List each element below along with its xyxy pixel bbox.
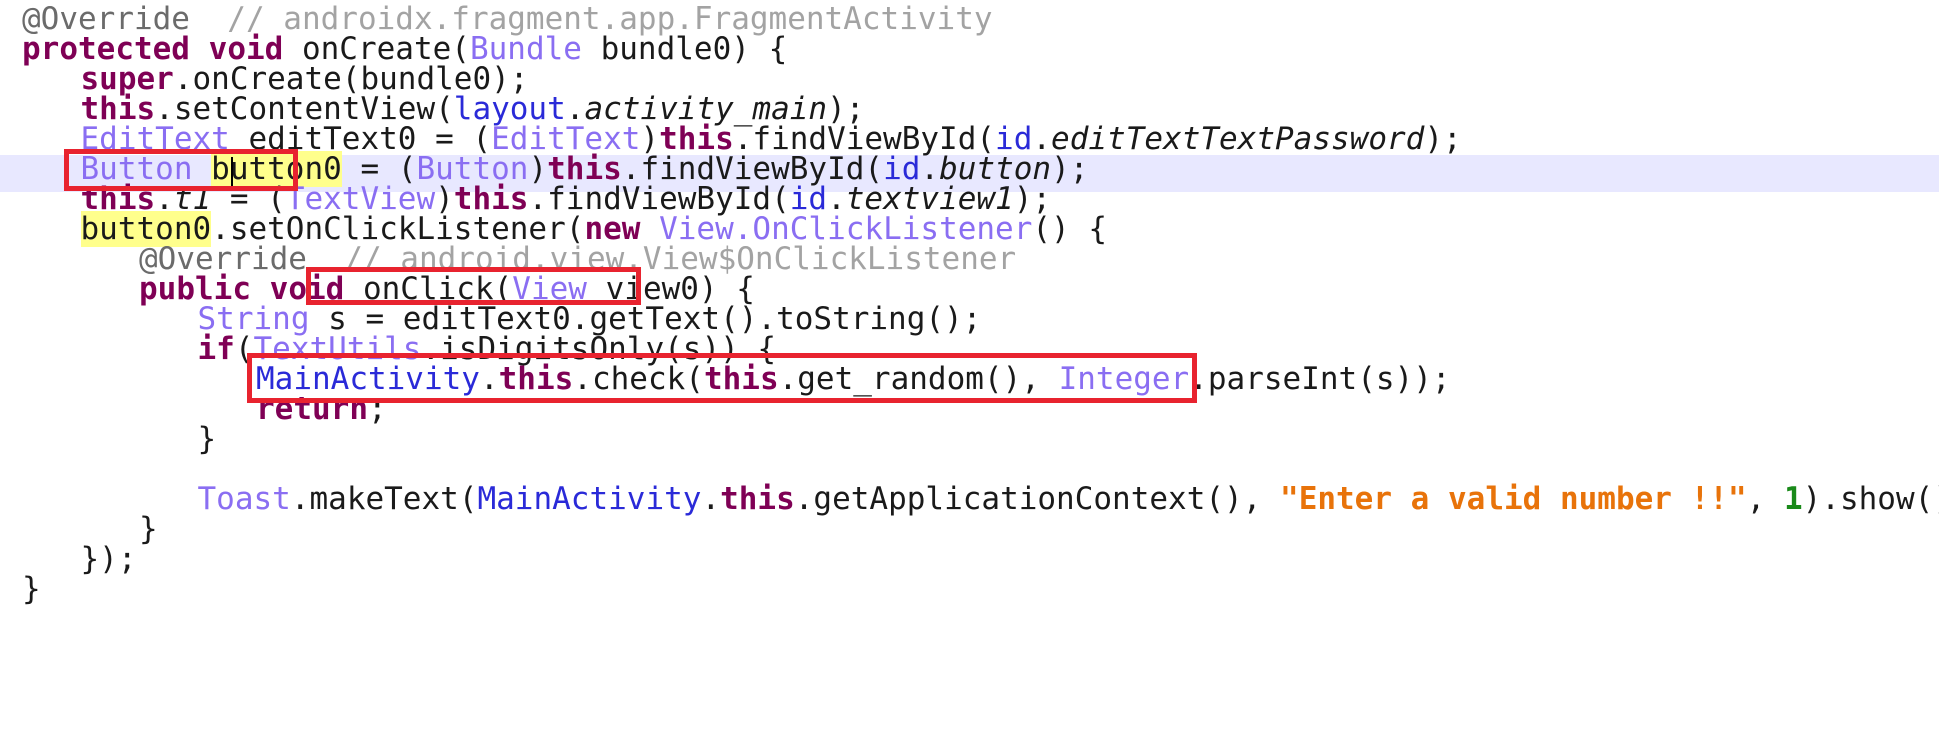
code-token: Toast <box>197 481 291 517</box>
code-token: MainActivity <box>477 481 702 517</box>
code-token: 1 <box>1783 481 1803 517</box>
code-line: } <box>139 511 158 548</box>
code-token: } <box>22 571 41 607</box>
code-token: .makeText( <box>290 481 478 517</box>
code-token: this <box>720 481 795 517</box>
code-token: "Enter a valid number !!" <box>1280 481 1747 517</box>
code-token: editTextTextPassword <box>1051 121 1425 157</box>
code-token: , <box>1746 481 1784 517</box>
code-line: } <box>22 571 41 608</box>
code-line: Toast.makeText(MainActivity.this.getAppl… <box>198 481 1939 518</box>
code-line: } <box>198 421 217 458</box>
code-token: } <box>139 511 158 547</box>
code-token: if <box>197 331 235 367</box>
annotation-box-check-call <box>247 353 1197 403</box>
code-editor[interactable]: @Override // androidx.fragment.app.Fragm… <box>0 0 1939 748</box>
code-token: . <box>701 481 721 517</box>
code-token: ).show(); <box>1802 481 1939 517</box>
code-token: }); <box>80 541 137 577</box>
code-token: ); <box>1051 151 1089 187</box>
code-token: .parseInt(s)); <box>1189 361 1451 397</box>
code-token: .getApplicationContext(), <box>794 481 1281 517</box>
code-token: ); <box>1424 121 1462 157</box>
code-token: } <box>197 421 217 457</box>
code-line: }); <box>81 541 137 578</box>
annotation-box-button-declaration <box>64 149 298 191</box>
annotation-box-onclick <box>306 267 641 305</box>
code-token: bundle0) { <box>581 31 788 67</box>
code-token: () { <box>1032 211 1108 247</box>
